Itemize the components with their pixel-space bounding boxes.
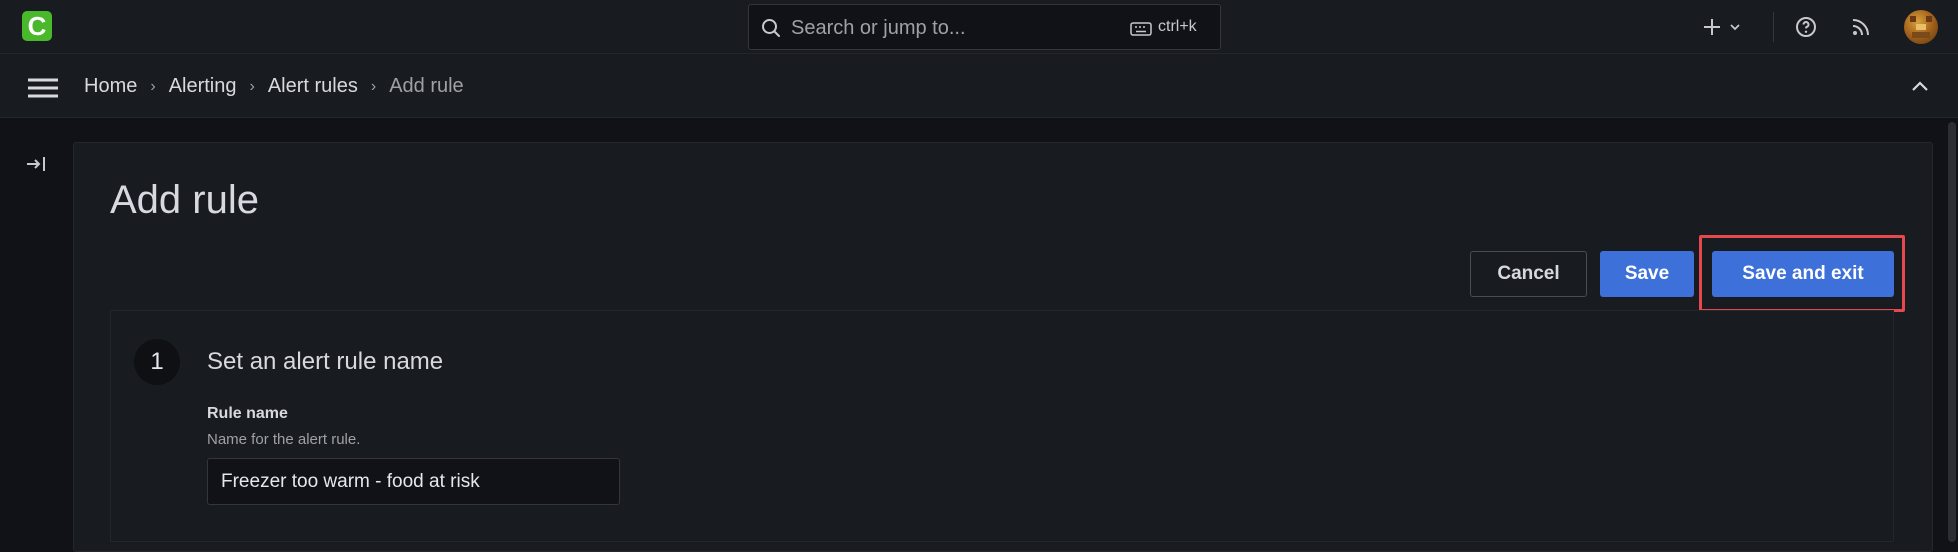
add-new-menu[interactable] — [1700, 0, 1742, 54]
step-number: 1 — [134, 339, 180, 385]
breadcrumb-alert-rules[interactable]: Alert rules — [268, 75, 358, 98]
page-title: Add rule — [110, 178, 259, 222]
user-avatar[interactable] — [1904, 10, 1938, 44]
chevron-down-icon — [1730, 24, 1740, 31]
cancel-button[interactable]: Cancel — [1470, 251, 1587, 297]
rule-name-description: Name for the alert rule. — [207, 431, 361, 448]
help-button[interactable] — [1794, 0, 1818, 54]
step-1-section — [110, 311, 1894, 542]
rule-name-label: Rule name — [207, 405, 288, 422]
menu-icon[interactable] — [28, 78, 58, 98]
chevron-right-icon: › — [249, 77, 255, 95]
app-logo[interactable]: C — [22, 11, 52, 41]
avatar-image — [1910, 16, 1932, 38]
breadcrumb-bar: Home › Alerting › Alert rules › Add rule — [0, 54, 1958, 118]
rule-name-input[interactable] — [207, 458, 620, 505]
breadcrumb-home[interactable]: Home — [84, 75, 137, 98]
search-shortcut: ctrl+k — [1158, 18, 1197, 35]
plus-icon — [1704, 19, 1720, 35]
step-title: Set an alert rule name — [207, 348, 444, 375]
dock-menu-icon[interactable] — [26, 155, 48, 173]
search-placeholder: Search or jump to... — [791, 17, 966, 39]
breadcrumb-alerting[interactable]: Alerting — [169, 75, 237, 98]
chevron-right-icon: › — [370, 77, 377, 95]
toolbar-divider — [1773, 12, 1774, 42]
scrollbar-thumb[interactable] — [1948, 122, 1956, 542]
save-button[interactable]: Save — [1600, 251, 1694, 297]
chevron-up-icon[interactable] — [1910, 79, 1930, 93]
search-bar[interactable]: Search or jump to... ctrl+k — [748, 4, 1221, 50]
keyboard-icon — [1130, 22, 1152, 36]
breadcrumb-add-rule: Add rule — [389, 75, 464, 97]
breadcrumb: Home › Alerting › Alert rules › Add rule — [84, 75, 464, 98]
rss-icon — [1852, 19, 1869, 36]
news-button[interactable] — [1850, 0, 1872, 54]
save-and-exit-button[interactable]: Save and exit — [1712, 251, 1894, 297]
top-bar: C Search or jump to... ctrl+k — [0, 0, 1958, 54]
chevron-right-icon: › — [150, 77, 156, 95]
help-icon — [1796, 17, 1816, 37]
search-icon — [762, 19, 780, 37]
